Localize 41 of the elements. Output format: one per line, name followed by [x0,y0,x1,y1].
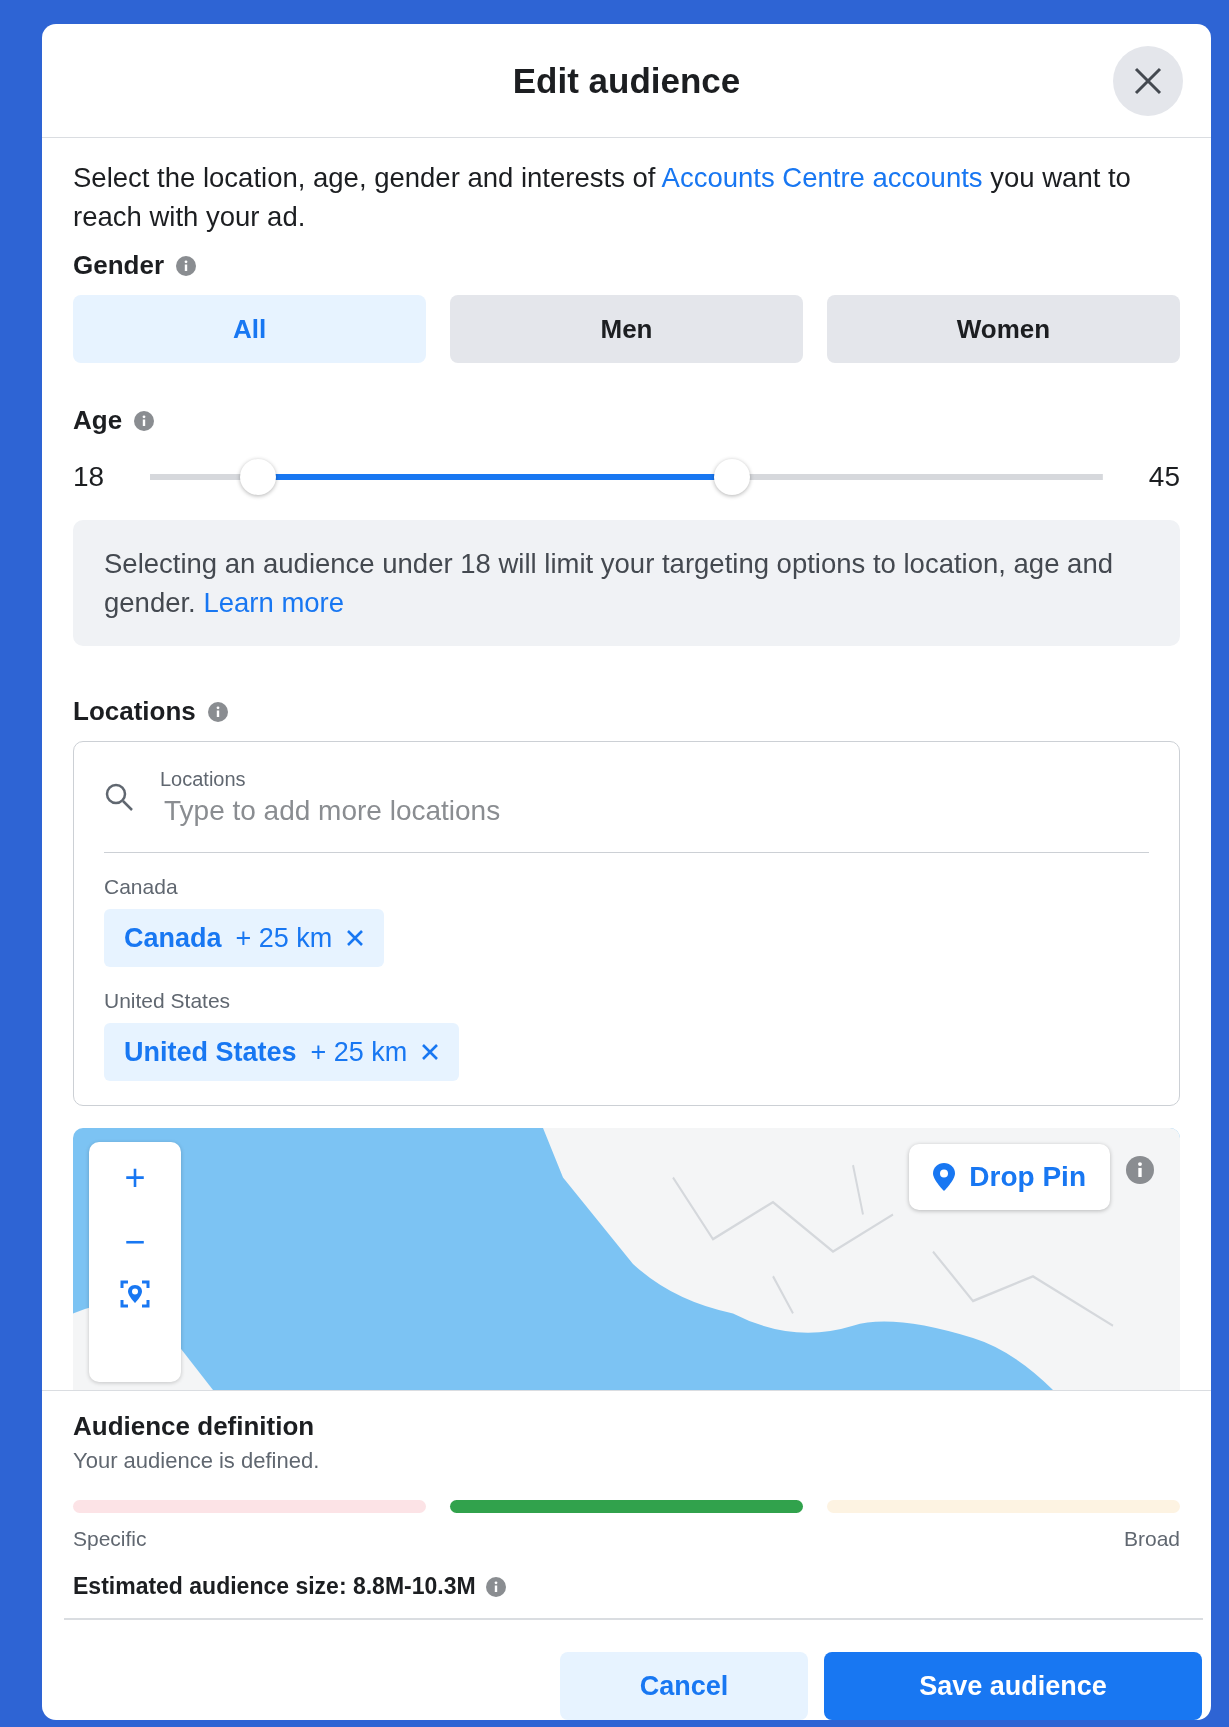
audience-size: Estimated audience size: 8.8M-10.3M [73,1573,476,1600]
info-icon[interactable] [176,255,197,276]
zoom-in-button[interactable]: + [105,1150,165,1206]
remove-icon[interactable] [421,1043,440,1061]
location-group-heading: Canada [104,875,179,899]
notice-text: Selecting an audience under 18 will limit your targeting options to location, age and gender. Learn more [73,520,1180,646]
locations-label: Locations [73,696,196,727]
info-icon[interactable] [1126,1156,1154,1184]
info-icon[interactable] [134,410,155,431]
gender-option[interactable]: Women [827,295,1180,363]
info-icon[interactable] [207,701,228,722]
gender-label: Gender [73,250,165,281]
definition-status: Your audience is defined. [73,1448,321,1474]
gender-option[interactable]: All [73,295,426,363]
cancel-button[interactable]: Cancel [560,1652,808,1720]
save-button[interactable]: Save audience [824,1652,1202,1720]
zoom-out-button[interactable]: − [105,1214,165,1270]
location-group-heading: United States [104,989,232,1013]
dialog-title: Edit audience [512,60,741,101]
field-label: Locations [160,767,247,791]
specific-label: Specific [73,1527,147,1551]
definition-title: Audience definition [73,1411,316,1442]
info-icon[interactable] [485,1576,506,1597]
locate-icon[interactable] [119,1278,151,1310]
close-icon [1133,66,1163,96]
drop-pin-button[interactable]: Drop Pin [909,1144,1110,1210]
accounts-link[interactable]: Accounts Centre accounts [661,162,983,193]
pin-icon [933,1163,956,1191]
location-chip[interactable]: United States + 25 km [104,1023,460,1081]
remove-icon[interactable] [346,929,365,947]
broad-label: Broad [1123,1527,1180,1551]
gender-option[interactable]: Men [450,295,803,363]
age-label: Age [73,405,123,436]
slider-thumb[interactable] [714,459,751,495]
search-icon [104,782,134,812]
learn-more-link[interactable]: Learn more [203,587,345,618]
location-chip[interactable]: Canada + 25 km [104,909,385,967]
slider-thumb[interactable] [239,459,276,495]
max-age: 45 [1148,461,1180,493]
min-age: 18 [73,461,105,493]
intro-text: Select the location, age, gender and interests of Accounts Centre accounts you want to reach with your ad. [73,161,1132,234]
